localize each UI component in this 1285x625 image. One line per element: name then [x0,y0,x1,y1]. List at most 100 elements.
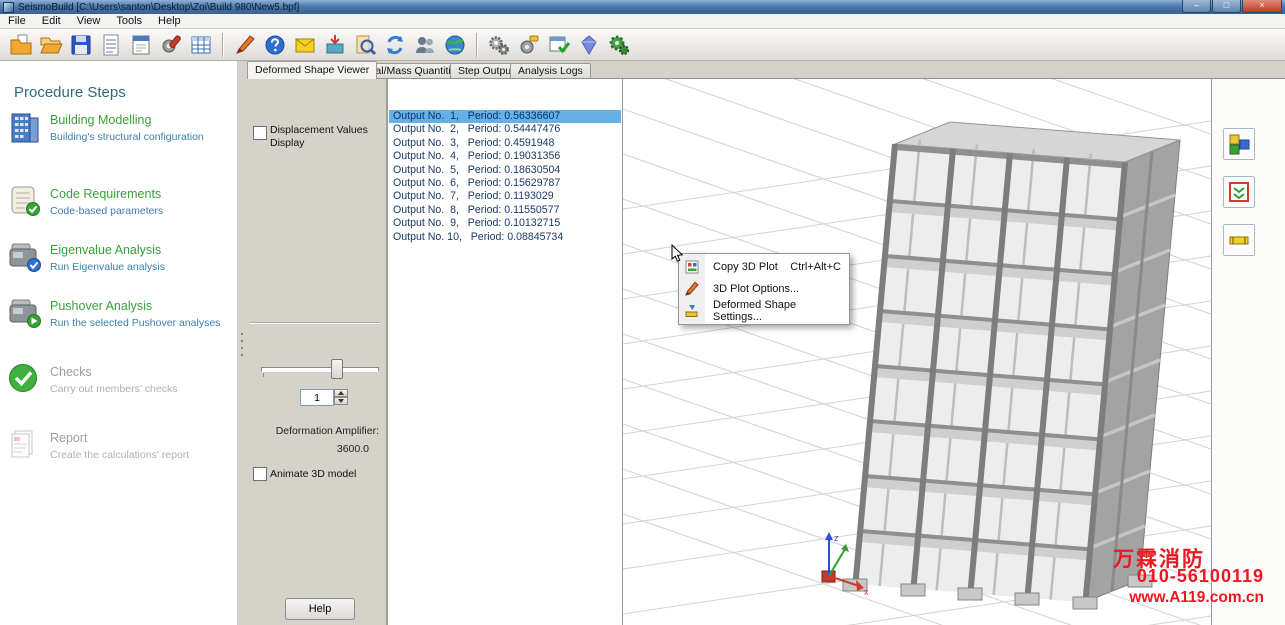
code-requirements-icon [7,184,45,221]
sidebar-title: Procedure Steps [14,84,126,101]
window-title: SeismoBuild [C:\Users\santon\Desktop\Zoi… [18,2,299,13]
menu-edit[interactable]: Edit [34,14,69,28]
scheme-check-icon[interactable] [544,31,574,59]
print-report-icon[interactable] [126,31,156,59]
shortcut-text: Ctrl+Alt+C [790,261,841,273]
axis-x-label: x [864,587,869,597]
watermark-url: www.A119.com.cn [1129,589,1264,607]
menu-file[interactable]: File [0,14,34,28]
save-icon[interactable] [66,31,96,59]
import-data-icon[interactable] [320,31,350,59]
step-label: Building Modelling [50,113,151,127]
member-checks-icon[interactable] [1223,176,1255,208]
building-modelling-icon [7,110,45,147]
output-list-item[interactable]: Output No. 3, Period: 0.4591948 [389,137,621,150]
displacement-values-label: Displacement Values Display [270,124,374,150]
mode-spinner-input[interactable] [300,389,334,406]
mode-spinner [300,389,350,406]
processor-settings-icon[interactable] [484,31,514,59]
step-label: Code Requirements [50,187,161,201]
output-list-item[interactable]: Output No. 8, Period: 0.11550577 [389,204,621,217]
deformed-building-model [843,122,1180,609]
main-toolbar [0,29,1285,61]
refresh-icon[interactable] [380,31,410,59]
tabpage-border [247,78,1285,79]
tab-strip: Deformed Shape Viewer Modal/Mass Quantit… [247,61,1285,79]
spinner-up-icon[interactable] [334,389,348,397]
close-button[interactable]: × [1242,0,1282,13]
sidebar-item-code-requirements[interactable]: Code Requirements Code-based parameters [0,184,236,242]
output-list-item[interactable]: Output No. 5, Period: 0.18630504 [389,164,621,177]
minimize-button[interactable]: – [1182,0,1211,13]
mode-slider-track[interactable] [261,367,379,372]
viewer-side-toolbar [1211,79,1285,625]
email-icon[interactable] [290,31,320,59]
axis-z-label: z [834,533,839,543]
section-display-icon[interactable] [1223,224,1255,256]
menu-view[interactable]: View [69,14,109,28]
context-menu-item-copy-3d-plot[interactable]: Copy 3D Plot Ctrl+Alt+C [679,256,849,278]
tab-deformed-shape-viewer[interactable]: Deformed Shape Viewer [247,61,377,79]
plot-options-icon [684,281,700,300]
mode-slider-thumb[interactable] [331,359,343,379]
step-label: Checks [50,365,92,379]
deformation-amplifier-value: 3600.0 [251,443,369,455]
toolbar-separator [476,33,478,57]
toolbar-separator [222,33,224,57]
step-description: Carry out members' checks [50,383,177,395]
input-tables-icon[interactable] [96,31,126,59]
output-list-item[interactable]: Output No. 4, Period: 0.19031356 [389,150,621,163]
deformed-shape-settings-icon [684,303,700,322]
sidebar-item-eigenvalue-analysis[interactable]: Eigenvalue Analysis Run Eigenvalue analy… [0,240,236,298]
gem-icon[interactable] [574,31,604,59]
app-logo-icon [3,2,14,13]
displacement-values-checkbox[interactable] [253,126,267,140]
output-list-item[interactable]: Output No. 1, Period: 0.56336607 [389,110,621,123]
spinner-down-icon[interactable] [334,397,348,405]
output-list-item[interactable]: Output No. 10, Period: 0.08845734 [389,231,621,244]
sidebar-item-checks[interactable]: Checks Carry out members' checks [0,362,236,420]
tools-icon[interactable] [514,31,544,59]
web-icon[interactable] [440,31,470,59]
output-list-item[interactable]: Output No. 9, Period: 0.10132715 [389,217,621,230]
menu-bar: File Edit View Tools Help [0,14,1285,29]
procedure-sidebar: Procedure Steps Building Modelling Build… [0,61,238,625]
step-description: Run Eigenvalue analysis [50,261,165,273]
menu-tools[interactable]: Tools [108,14,150,28]
step-description: Building's structural configuration [50,131,204,143]
new-project-icon[interactable] [6,31,36,59]
open-project-icon[interactable] [36,31,66,59]
checks-icon [7,362,45,399]
menu-help[interactable]: Help [150,14,189,28]
plot-options-icon[interactable] [230,31,260,59]
context-menu-item-deformed-shape-settings[interactable]: Deformed Shape Settings... [679,300,849,322]
participants-icon[interactable] [410,31,440,59]
title-bar[interactable]: SeismoBuild [C:\Users\santon\Desktop\Zoi… [0,0,1285,14]
search-icon[interactable] [350,31,380,59]
settings-icon[interactable] [156,31,186,59]
app-window: SeismoBuild [C:\Users\santon\Desktop\Zoi… [0,0,1285,625]
viewer-control-panel: Displacement Values Display Deformation … [247,79,387,625]
output-list-item[interactable]: Output No. 7, Period: 0.1193029 [389,190,621,203]
panel-divider [250,322,380,324]
output-list[interactable]: Output No. 1, Period: 0.56336607 Output … [387,79,623,625]
deformed-shape-view-icon[interactable] [1223,128,1255,160]
help-icon[interactable] [260,31,290,59]
sidebar-item-report[interactable]: Report Create the calculations' report [0,428,236,486]
step-description: Code-based parameters [50,205,163,217]
tab-analysis-logs[interactable]: Analysis Logs [510,63,591,79]
output-list-item[interactable]: Output No. 6, Period: 0.15629787 [389,177,621,190]
context-menu-item-3d-plot-options[interactable]: 3D Plot Options... [679,278,849,300]
step-label: Pushover Analysis [50,299,152,313]
report-icon [7,428,45,465]
data-grid-icon[interactable] [186,31,216,59]
output-list-item[interactable]: Output No. 2, Period: 0.54447476 [389,123,621,136]
animate-3d-checkbox[interactable] [253,467,267,481]
copy-3d-plot-icon [684,259,700,278]
sidebar-splitter[interactable] [237,61,247,625]
sidebar-item-building-modelling[interactable]: Building Modelling Building's structural… [0,110,236,168]
sidebar-item-pushover-analysis[interactable]: Pushover Analysis Run the selected Pusho… [0,296,236,354]
run-analysis-icon[interactable] [604,31,634,59]
help-button[interactable]: Help [285,598,355,620]
maximize-button[interactable]: □ [1212,0,1241,13]
